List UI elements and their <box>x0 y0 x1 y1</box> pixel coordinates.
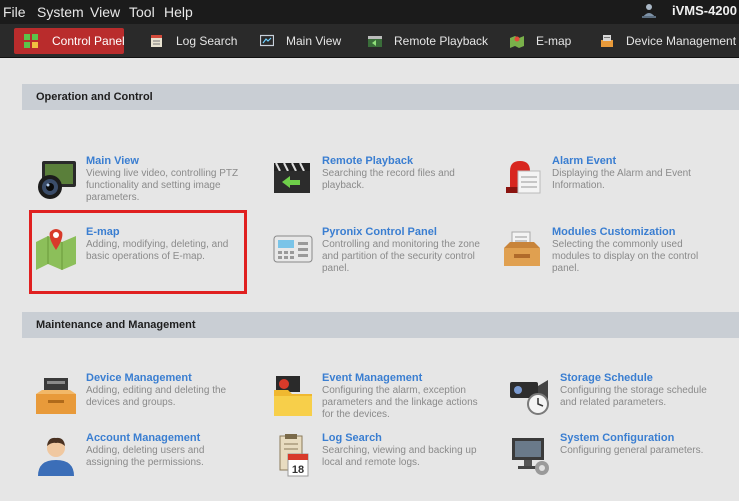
tile-title: Storage Schedule <box>560 372 653 384</box>
tile-description: Configuring general parameters. <box>560 445 704 456</box>
tile-title: Alarm Event <box>552 155 617 167</box>
tile-device-management[interactable]: Device Management Adding, editing and de… <box>34 372 249 432</box>
tab-remote-playback[interactable]: Remote Playback <box>360 28 489 54</box>
tile-alarm-event[interactable]: Alarm Event Displaying the Alarm and Eve… <box>500 155 715 215</box>
tab-label: Log Search <box>176 34 238 48</box>
tile-account-management[interactable]: Account Management Adding, deleting user… <box>34 432 249 492</box>
tile-system-configuration[interactable]: System Configuration Configuring general… <box>508 432 723 492</box>
main-view-icon <box>260 34 274 47</box>
user-icon <box>642 4 656 18</box>
tile-modules-customization[interactable]: Modules Customization Selecting the comm… <box>500 226 715 286</box>
modules-box-icon <box>504 231 540 266</box>
toolbar: Control Panel Log Search Main View Remot… <box>0 24 739 58</box>
tile-title: Event Management <box>322 372 423 384</box>
tile-title: Remote Playback <box>322 155 414 167</box>
tile-description: Configuring the storage schedule and rel… <box>560 385 707 408</box>
device-dvr-icon <box>36 378 76 414</box>
menu-system[interactable]: System <box>37 4 84 20</box>
tile-description: Configuring the alarm, exception paramet… <box>322 385 478 419</box>
tile-description: Controlling and monitoring the zone and … <box>322 239 480 273</box>
control-panel-icon <box>24 34 38 48</box>
tab-main-view[interactable]: Main View <box>252 28 342 54</box>
tile-event-management[interactable]: Event Management Configuring the alarm, … <box>270 372 485 432</box>
tile-title: Log Search <box>322 432 382 444</box>
tile-description: Adding, deleting users and assigning the… <box>86 445 205 468</box>
svg-text:18: 18 <box>292 464 304 476</box>
tile-main-view[interactable]: Main View Viewing live video, controllin… <box>34 155 249 215</box>
menu-view[interactable]: View <box>90 4 120 20</box>
monitor-gear-icon <box>512 438 549 475</box>
tab-emap[interactable]: E-map <box>500 28 575 54</box>
tile-title: Pyronix Control Panel <box>322 226 437 238</box>
keypad-panel-icon <box>273 235 313 263</box>
app-brand: iVMS-4200 <box>671 3 737 18</box>
event-folder-icon <box>274 376 312 416</box>
camera-lens-icon <box>38 161 76 199</box>
tile-log-search[interactable]: 18 Log Search Searching, viewing and bac… <box>270 432 485 492</box>
tile-pyronix-control-panel[interactable]: Pyronix Control Panel Controlling and mo… <box>270 226 485 286</box>
tile-description: Searching, viewing and backing up local … <box>322 445 477 468</box>
menu-tool[interactable]: Tool <box>129 4 155 20</box>
tile-title: System Configuration <box>560 432 675 444</box>
tile-description: Searching the record files and playback. <box>322 168 455 191</box>
tile-storage-schedule[interactable]: Storage Schedule Configuring the storage… <box>508 372 723 432</box>
tab-label: Device Management <box>626 34 737 48</box>
playback-clapper-icon <box>274 162 310 193</box>
tile-title: Modules Customization <box>552 226 676 238</box>
tab-log-search[interactable]: Log Search <box>140 28 240 54</box>
emap-icon <box>510 36 524 48</box>
storage-camera-clock-icon <box>510 380 549 415</box>
alarm-siren-icon <box>506 161 541 194</box>
emap-highlight-box <box>29 210 247 294</box>
tab-label: Control Panel <box>52 34 125 48</box>
tile-title: Device Management <box>86 372 192 384</box>
tab-label: E-map <box>536 34 572 48</box>
section-header-operation: Operation and Control <box>22 84 739 110</box>
tile-description: Viewing live video, controlling PTZ func… <box>86 168 239 202</box>
tab-control-panel[interactable]: Control Panel <box>14 28 125 54</box>
tile-description: Selecting the commonly used modules to d… <box>552 239 699 273</box>
remote-playback-icon <box>368 36 382 47</box>
tab-label: Main View <box>286 34 342 48</box>
tile-description: Displaying the Alarm and Event Informati… <box>552 168 691 191</box>
tile-title: Main View <box>86 155 139 167</box>
tile-remote-playback[interactable]: Remote Playback Searching the record fil… <box>270 155 485 215</box>
menu-bar: File System View Tool Help iVMS-4200 <box>0 0 739 24</box>
tab-device-management[interactable]: Device Management <box>592 28 737 54</box>
menu-file[interactable]: File <box>3 4 26 20</box>
tile-title: Account Management <box>86 432 201 444</box>
user-account-icon <box>38 437 74 476</box>
device-management-icon <box>601 35 613 47</box>
tab-label: Remote Playback <box>394 34 489 48</box>
tile-description: Adding, editing and deleting the devices… <box>86 385 227 408</box>
log-search-icon <box>151 35 162 47</box>
log-calendar-icon: 18 <box>279 434 309 477</box>
section-header-maintenance: Maintenance and Management <box>22 312 739 338</box>
menu-help[interactable]: Help <box>164 4 193 20</box>
